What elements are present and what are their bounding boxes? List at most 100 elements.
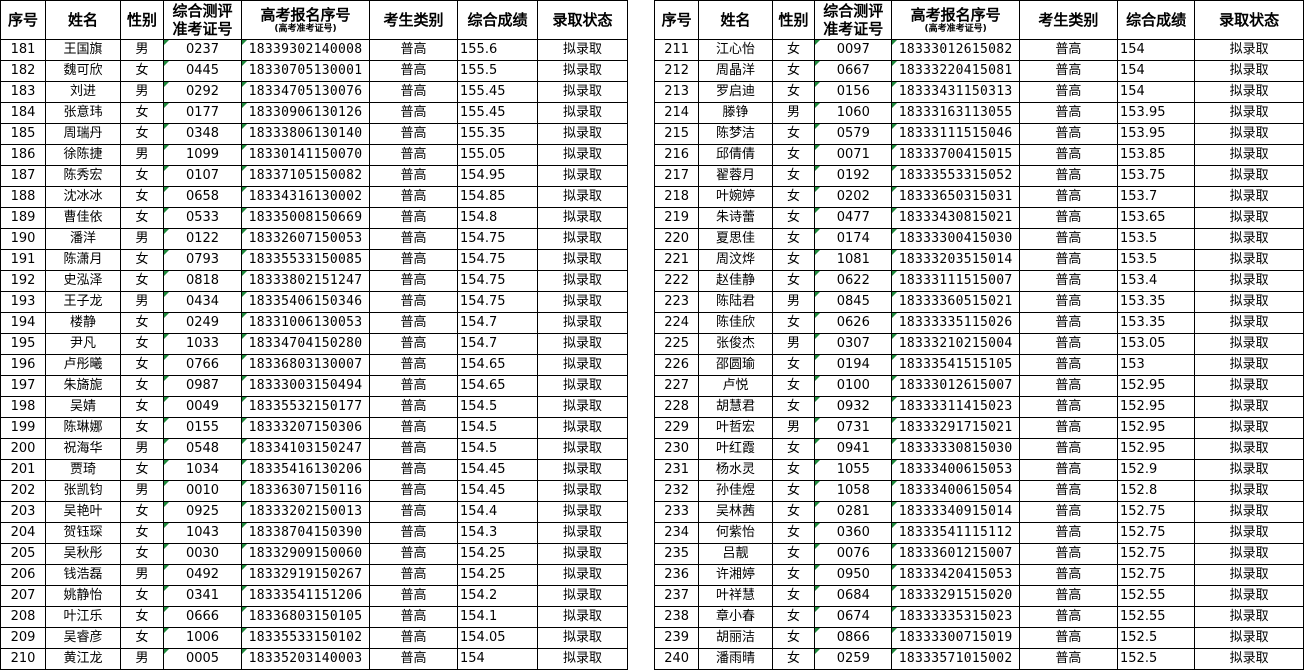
cell-status: 拟录取	[537, 39, 628, 61]
cell-score: 154.5	[457, 417, 538, 439]
cell-seq: 215	[653, 123, 700, 145]
cell-gender: 男	[120, 144, 164, 166]
table-row: 189 曹佳依女 0533 18335008150669 普高 154.8 拟录取	[0, 207, 628, 229]
cell-reg-no: 18333012615007	[891, 375, 1020, 397]
cell-name: 杨水灵	[698, 459, 773, 481]
cell-seq: 224	[653, 312, 700, 334]
cell-seq: 194	[0, 312, 46, 334]
admission-table-left: 序号 姓名 性别 综合测评 准考证号 高考报名序号 (高考准考证号) 考生类别 …	[0, 0, 628, 670]
cell-reg-no: 18333163113055	[891, 102, 1020, 124]
cell-gender: 女	[120, 543, 164, 565]
cell-reg-no: 18333430815021	[891, 207, 1020, 229]
cell-status: 拟录取	[1194, 333, 1304, 355]
table-row: 232 孙佳煜女 1058 18333400615054 普高 152.8 拟录取	[653, 480, 1304, 502]
cell-name: 卢彤曦	[45, 354, 121, 376]
cell-gender: 女	[771, 543, 816, 565]
cell-name: 夏思佳	[698, 228, 773, 250]
cell-name: 陈陆君	[698, 291, 773, 313]
cell-seq: 199	[0, 417, 46, 439]
cell-reg-no: 18334705130076	[241, 81, 370, 103]
cell-reg-no: 18333335115026	[891, 312, 1020, 334]
cell-status: 拟录取	[537, 480, 628, 502]
cell-name: 吴睿彦	[45, 627, 121, 649]
cell-gender: 女	[120, 60, 164, 82]
cell-reg-no: 18333202150013	[241, 501, 370, 523]
cell-name: 吴秋彤	[45, 543, 121, 565]
cell-name: 陈梦洁	[698, 123, 773, 145]
cell-status: 拟录取	[537, 459, 628, 481]
cell-gender: 女	[120, 123, 164, 145]
admission-table-right: 序号 姓名 性别 综合测评 准考证号 高考报名序号 (高考准考证号) 考生类别 …	[653, 0, 1304, 670]
cell-gender: 女	[771, 228, 816, 250]
cell-category: 普高	[369, 207, 458, 229]
cell-score: 152.75	[1117, 543, 1196, 565]
cell-name: 姚静怡	[45, 585, 121, 607]
cell-category: 普高	[369, 354, 458, 376]
cell-seq: 205	[0, 543, 46, 565]
cell-gender: 女	[120, 312, 164, 334]
cell-reg-no: 18333335315023	[891, 606, 1020, 628]
cell-seq: 183	[0, 81, 46, 103]
cell-seq: 230	[653, 438, 700, 460]
table-row: 199 陈琳娜女 0155 18333207150306 普高 154.5 拟录取	[0, 417, 628, 439]
cell-score: 154.7	[457, 312, 538, 334]
cell-category: 普高	[1018, 333, 1119, 355]
cell-score: 153.7	[1117, 186, 1196, 208]
table-row: 229 叶哲宏男 0731 18333291715021 普高 152.95 拟录取	[653, 417, 1304, 439]
cell-gender: 女	[771, 81, 816, 103]
cell-gender: 女	[120, 354, 164, 376]
cell-status: 拟录取	[537, 123, 628, 145]
table-row: 203 吴艳叶女 0925 18333202150013 普高 154.4 拟录取	[0, 501, 628, 523]
cell-score: 154.75	[457, 249, 538, 271]
table-row: 182 魏可欣女 0445 18330705130001 普高 155.5 拟录取	[0, 60, 628, 82]
cell-score: 154.25	[457, 564, 538, 586]
cell-cert-no: 0533	[163, 207, 242, 229]
cell-category: 普高	[1018, 375, 1119, 397]
cell-gender: 女	[771, 375, 816, 397]
header-category: 考生类别	[1018, 0, 1119, 40]
cell-status: 拟录取	[1194, 648, 1304, 670]
cell-seq: 227	[653, 375, 700, 397]
cell-score: 154.1	[457, 606, 538, 628]
cell-score: 152.95	[1117, 375, 1196, 397]
cell-category: 普高	[1018, 627, 1119, 649]
cell-category: 普高	[1018, 60, 1119, 82]
cell-cert-no: 1043	[163, 522, 242, 544]
cell-name: 卢悦	[698, 375, 773, 397]
cell-status: 拟录取	[1194, 438, 1304, 460]
table-row: 234 何紫怡女 0360 18333541115112 普高 152.75 拟录取	[653, 522, 1304, 544]
cell-seq: 226	[653, 354, 700, 376]
cell-score: 152.95	[1117, 438, 1196, 460]
cell-score: 154.2	[457, 585, 538, 607]
cell-score: 153.5	[1117, 249, 1196, 271]
cell-score: 152.95	[1117, 396, 1196, 418]
cell-reg-no: 18333806130140	[241, 123, 370, 145]
table-row: 239 胡丽洁女 0866 18333300715019 普高 152.5 拟录取	[653, 627, 1304, 649]
table-row: 230 叶红霞女 0941 18333330815030 普高 152.95 拟录取	[653, 438, 1304, 460]
cell-reg-no: 18333400615054	[891, 480, 1020, 502]
cell-score: 152.5	[1117, 648, 1196, 670]
table-row: 181 王国旗男 0237 18339302140008 普高 155.6 拟录取	[0, 39, 628, 61]
cell-name: 陈佳欣	[698, 312, 773, 334]
cell-status: 拟录取	[1194, 501, 1304, 523]
cell-status: 拟录取	[537, 207, 628, 229]
cell-category: 普高	[1018, 648, 1119, 670]
cell-category: 普高	[1018, 102, 1119, 124]
cell-cert-no: 0341	[163, 585, 242, 607]
header-status: 录取状态	[1194, 0, 1304, 40]
cell-gender: 女	[120, 627, 164, 649]
cell-reg-no: 18335203140003	[241, 648, 370, 670]
cell-score: 154.4	[457, 501, 538, 523]
cell-reg-no: 18333601215007	[891, 543, 1020, 565]
cell-gender: 女	[771, 459, 816, 481]
cell-reg-no: 18335416130206	[241, 459, 370, 481]
cell-cert-no: 1033	[163, 333, 242, 355]
cell-cert-no: 0548	[163, 438, 242, 460]
cell-reg-no: 18331006130053	[241, 312, 370, 334]
cell-name: 叶婉婷	[698, 186, 773, 208]
table-row: 190 潘洋男 0122 18332607150053 普高 154.75 拟录取	[0, 228, 628, 250]
cell-category: 普高	[1018, 123, 1119, 145]
table-row: 193 王子龙男 0434 18335406150346 普高 154.75 拟录取	[0, 291, 628, 313]
cell-reg-no: 18333220415081	[891, 60, 1020, 82]
cell-seq: 223	[653, 291, 700, 313]
